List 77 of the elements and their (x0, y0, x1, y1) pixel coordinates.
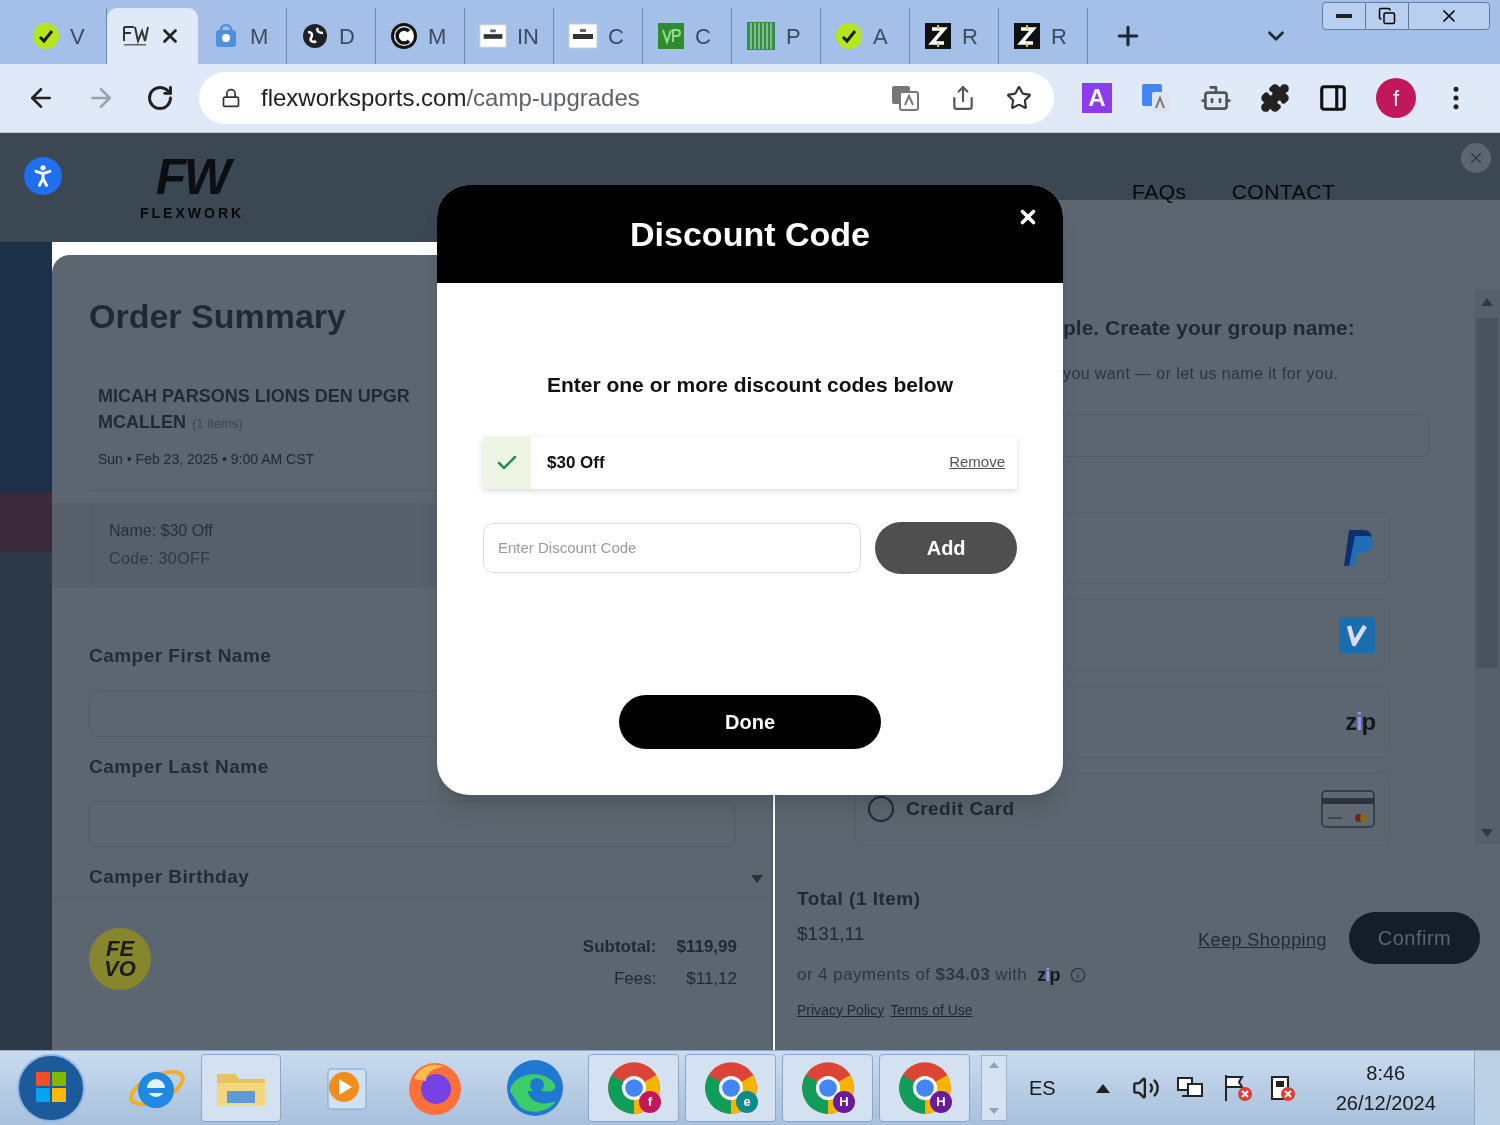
square-logo-icon (1013, 22, 1041, 50)
scroll-up-arrow (989, 1062, 999, 1068)
fees-value: $11,12 (685, 967, 737, 990)
start-button[interactable] (15, 1052, 87, 1124)
site-logo-icon (568, 23, 598, 49)
chrome-taskbar-button[interactable]: e (685, 1054, 776, 1122)
chrome-taskbar-button[interactable]: f (588, 1054, 679, 1122)
site-logo-icon (121, 24, 149, 48)
item-subtitle: MCALLEN (98, 411, 186, 434)
payment-label: Credit Card (906, 796, 1015, 821)
code-label: $30 Off (547, 451, 605, 474)
address-bar[interactable]: flexworksports.com/camp-upgrades (199, 72, 1054, 124)
extensions-icon[interactable] (1260, 83, 1290, 113)
chrome-taskbar-button[interactable]: H (782, 1054, 873, 1122)
clock-date[interactable]: 26/12/2024 (1335, 1088, 1436, 1118)
language-indicator[interactable]: ES (1029, 1073, 1056, 1103)
browser-tab[interactable] (107, 8, 198, 64)
clock-time[interactable]: 8:46 (1366, 1058, 1406, 1088)
check-badge-icon (835, 22, 863, 50)
extension-button[interactable]: A (1082, 83, 1112, 113)
venmo-icon (1339, 617, 1375, 653)
site-logo-icon (479, 23, 507, 49)
restore-button[interactable] (1366, 2, 1408, 30)
bookmark-star-icon[interactable] (1006, 85, 1032, 111)
edge-icon[interactable] (504, 1057, 566, 1119)
field-label: Camper Birthday (89, 866, 250, 887)
lock-icon (221, 88, 241, 108)
close-window-button[interactable] (1408, 2, 1490, 30)
zip-logo: zip (1345, 710, 1375, 734)
order-summary-title: Order Summary (89, 297, 347, 335)
square-logo-icon (657, 22, 685, 50)
scroll-down-arrow (989, 1108, 999, 1114)
share-icon[interactable] (950, 85, 976, 111)
confirm-button[interactable]: Confirm (1349, 912, 1480, 964)
footer-link[interactable]: Privacy Policy (797, 999, 885, 1021)
total-value: $131,11 (797, 921, 866, 946)
minimize-button[interactable] (1322, 2, 1366, 30)
keep-shopping-link[interactable]: Keep Shopping (1198, 927, 1327, 954)
chrome-taskbar-button[interactable]: H (879, 1054, 970, 1122)
fees-label: Fees: (612, 967, 657, 990)
side-panel-icon[interactable] (1318, 83, 1348, 113)
check-badge-icon (32, 22, 60, 50)
globe-icon (301, 22, 329, 50)
subtotal-label: Subtotal: (582, 936, 657, 958)
dialog-instruction: Enter one or more discount codes below (545, 372, 955, 398)
total-label: Total (1 Item) (797, 887, 922, 911)
accessibility-button[interactable] (24, 157, 62, 195)
item-title: MICAH PARSONS LIONS DEN UPGR (98, 385, 410, 408)
profile-avatar[interactable]: f (1376, 78, 1416, 118)
minimize-icon (1336, 14, 1352, 18)
show-hidden-icons[interactable] (1095, 1083, 1110, 1093)
browser-tab[interactable]: P (732, 8, 821, 64)
done-button[interactable]: Done (619, 694, 881, 749)
paypal-icon (1341, 528, 1375, 568)
restore-icon (1378, 7, 1396, 25)
reload-icon[interactable] (146, 84, 174, 112)
add-button[interactable]: Add (875, 521, 1017, 574)
zip-logo: zip (1037, 965, 1060, 984)
dialog-title: Discount Code (630, 213, 870, 255)
footer-link[interactable]: Terms of Use (890, 999, 973, 1021)
credit-card-icon (1321, 790, 1375, 828)
scrollbar[interactable] (1474, 290, 1500, 845)
circle-logo-icon (390, 22, 418, 50)
subtotal-value: $119,99 (676, 936, 737, 958)
browser-tab[interactable]: C (554, 8, 643, 64)
translate-extension-icon[interactable] (1140, 82, 1172, 114)
striped-square-icon (746, 21, 776, 51)
square-logo-icon (924, 22, 952, 50)
logo-name: FLEXWORK (140, 204, 245, 223)
sponsor-logo: FE VO (89, 928, 151, 990)
discount-code-field[interactable]: Enter Discount Code (483, 522, 862, 573)
event-date: Sun • Feb 23, 2025 • 9:00 AM CST (98, 450, 315, 469)
translate-icon[interactable] (890, 84, 920, 112)
field-label: Camper First Name (89, 644, 273, 668)
group-name-heading: ple. Create your group name: (1063, 315, 1355, 341)
field-label: Camper Last Name (89, 754, 270, 779)
remove-link[interactable]: Remove (949, 451, 1005, 474)
